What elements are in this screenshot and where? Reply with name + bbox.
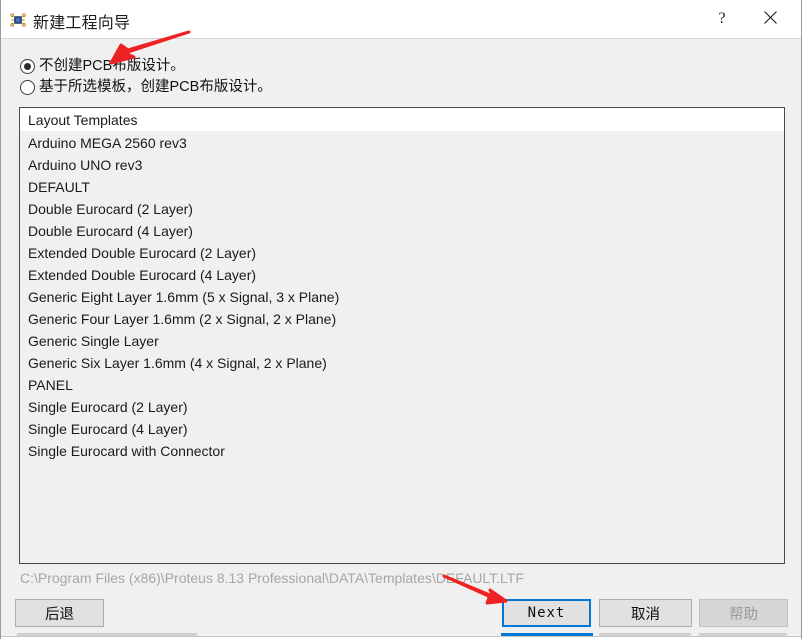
list-item[interactable]: Single Eurocard (2 Layer) [20, 396, 784, 418]
radio-no-pcb-layout[interactable]: 不创建PCB布版设计。 [20, 59, 185, 74]
next-button[interactable]: Next [502, 599, 591, 627]
list-item[interactable]: Extended Double Eurocard (4 Layer) [20, 264, 784, 286]
template-path-text: C:\Program Files (x86)\Proteus 8.13 Prof… [20, 570, 524, 586]
help-button: 帮助 [699, 599, 788, 627]
background-window-sliver [1, 632, 801, 639]
radio-indicator-unselected[interactable] [20, 80, 35, 95]
list-item[interactable]: Arduino UNO rev3 [20, 154, 784, 176]
proteus-chip-icon [9, 11, 27, 29]
list-item[interactable]: PANEL [20, 374, 784, 396]
question-mark-icon: ? [718, 10, 726, 27]
list-item[interactable]: Generic Eight Layer 1.6mm (5 x Signal, 3… [20, 286, 784, 308]
list-item[interactable]: Extended Double Eurocard (2 Layer) [20, 242, 784, 264]
title-bar: 新建工程向导 ? [1, 0, 801, 39]
list-item[interactable]: Arduino MEGA 2560 rev3 [20, 132, 784, 154]
radio-no-pcb-layout-label: 不创建PCB布版设计。 [39, 58, 185, 75]
radio-from-template-label: 基于所选模板，创建PCB布版设计。 [39, 79, 272, 96]
list-item[interactable]: Single Eurocard (4 Layer) [20, 418, 784, 440]
close-button[interactable] [747, 0, 793, 38]
radio-indicator-selected[interactable] [20, 59, 35, 74]
layout-templates-header: Layout Templates [20, 108, 784, 131]
cancel-button[interactable]: 取消 [599, 599, 692, 627]
list-item[interactable]: Single Eurocard with Connector [20, 440, 784, 462]
close-icon [763, 11, 777, 27]
radio-from-template[interactable]: 基于所选模板，创建PCB布版设计。 [20, 80, 272, 95]
list-item[interactable]: Generic Four Layer 1.6mm (2 x Signal, 2 … [20, 308, 784, 330]
new-project-wizard-dialog: 新建工程向导 ? 不创建PCB布版设计。 基于所选模板，创建PCB布版设计。 L… [0, 0, 802, 639]
help-icon-button[interactable]: ? [699, 0, 745, 38]
window-title: 新建工程向导 [33, 15, 131, 32]
layout-templates-items[interactable]: Arduino MEGA 2560 rev3 Arduino UNO rev3 … [20, 131, 784, 462]
layout-templates-listbox[interactable]: Layout Templates Arduino MEGA 2560 rev3 … [19, 107, 785, 564]
back-button[interactable]: 后退 [15, 599, 104, 627]
list-item[interactable]: DEFAULT [20, 176, 784, 198]
list-item[interactable]: Generic Single Layer [20, 330, 784, 352]
list-item[interactable]: Double Eurocard (4 Layer) [20, 220, 784, 242]
dialog-content: 不创建PCB布版设计。 基于所选模板，创建PCB布版设计。 Layout Tem… [1, 39, 801, 595]
list-item[interactable]: Double Eurocard (2 Layer) [20, 198, 784, 220]
list-item[interactable]: Generic Six Layer 1.6mm (4 x Signal, 2 x… [20, 352, 784, 374]
